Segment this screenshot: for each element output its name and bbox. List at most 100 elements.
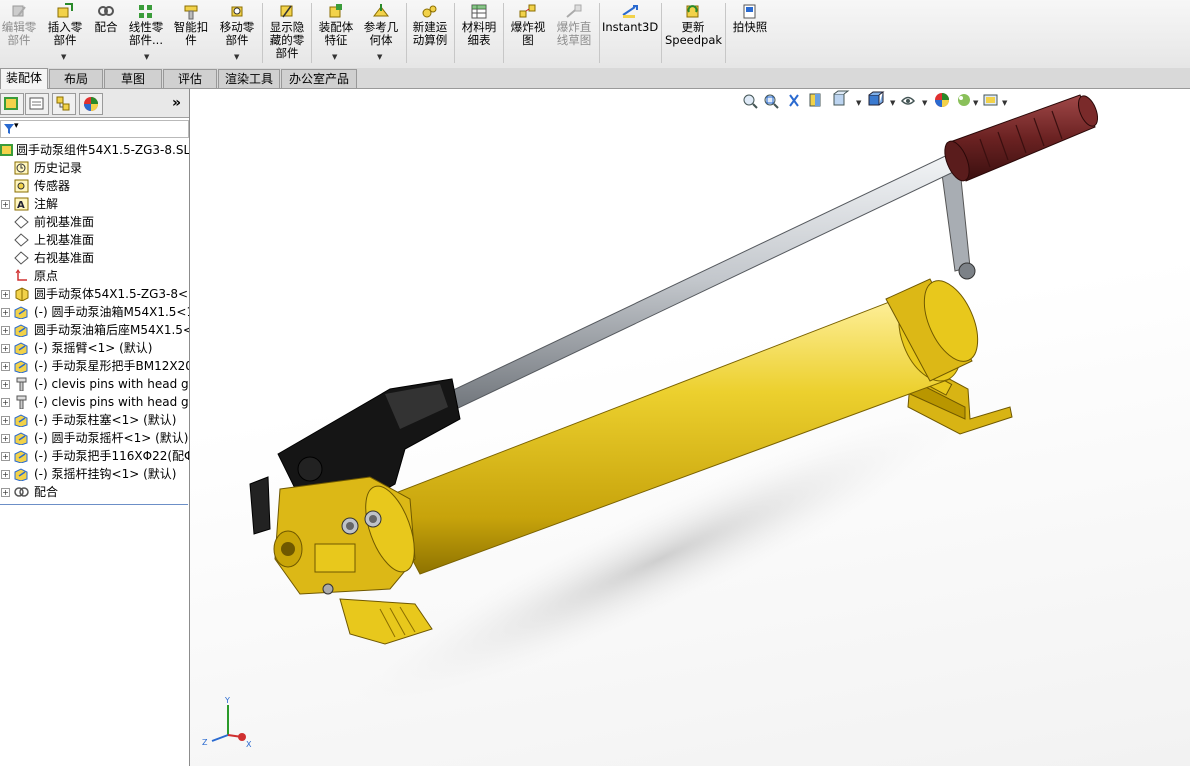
tree-item[interactable]: + 圆手动泵体54X1.5-ZG3-8<1>	[0, 285, 189, 303]
tab-display-manager[interactable]	[79, 93, 103, 115]
bill-of-materials-button[interactable]: 材料明 细表	[458, 3, 500, 47]
update-speedpak-button[interactable]: 更新 Speedpak	[665, 3, 722, 47]
exploded-view-button[interactable]: 爆炸视 图	[507, 3, 549, 47]
tree-expand-toggle[interactable]: +	[1, 362, 10, 371]
instant3d-button[interactable]: Instant3D	[602, 3, 658, 34]
tree-item-label: (-) 圆手动泵摇杆<1> (默认)	[34, 431, 189, 445]
tree-item[interactable]: + A 注解	[0, 195, 189, 213]
tab-configuration-manager[interactable]	[52, 93, 76, 115]
tree-item[interactable]: 传感器	[0, 177, 189, 195]
tree-item[interactable]: 前视基准面	[0, 213, 189, 231]
tree-item[interactable]: + (-) 圆手动泵摇杆<1> (默认)	[0, 429, 189, 447]
tree-item[interactable]: 历史记录	[0, 159, 189, 177]
toolbar-separator	[503, 3, 504, 63]
tree-expand-toggle[interactable]: +	[1, 416, 10, 425]
tree-expand-toggle[interactable]: +	[1, 290, 10, 299]
tree-item[interactable]: 右视基准面	[0, 249, 189, 267]
triad-x-label: X	[246, 740, 252, 749]
edit-component-button[interactable]: 编辑零 部件	[0, 3, 38, 47]
assembly-features-button[interactable]: 装配体 特征	[315, 3, 357, 47]
property-manager-icon	[29, 97, 44, 110]
tree-item[interactable]: + 配合	[0, 483, 189, 501]
tree-item[interactable]: + (-) 圆手动泵油箱M54X1.5<1>	[0, 303, 189, 321]
linear-pattern-dropdown-arrow[interactable]: ▼	[144, 53, 149, 61]
tree-expand-toggle[interactable]: +	[1, 398, 10, 407]
tree-expand-toggle[interactable]: +	[1, 452, 10, 461]
assembly-icon	[0, 144, 13, 156]
tree-expand-toggle[interactable]: +	[1, 326, 10, 335]
tree-item[interactable]: + 圆手动泵油箱后座M54X1.5<1>	[0, 321, 189, 339]
tree-root-assembly[interactable]: 圆手动泵组件54X1.5-ZG3-8.SLDASM	[0, 141, 189, 159]
tree-item[interactable]: + (-) 泵摇臂<1> (默认)	[0, 339, 189, 357]
tab-feature-manager[interactable]	[0, 93, 24, 115]
move-component-dropdown-arrow[interactable]: ▼	[234, 53, 239, 61]
feature-tree-icon	[4, 97, 18, 110]
command-manager-tabs: 装配体 布局 草图 评估 渲染工具 办公室产品	[0, 68, 1190, 89]
graphics-viewport[interactable]: ▼ ▼ ▼ ▼ ▼ Y Z X	[190, 89, 1190, 766]
tree-item[interactable]: + (-) 手动泵星形把手BM12X20	[0, 357, 189, 375]
tree-filter-field[interactable]: ▾	[0, 120, 189, 138]
tree-expand-toggle[interactable]: +	[1, 380, 10, 389]
tree-item-label: 上视基准面	[34, 233, 95, 247]
tab-render-tools[interactable]: 渲染工具	[218, 69, 280, 88]
move-component-button[interactable]: 移动零 部件	[216, 3, 258, 47]
new-motion-study-button[interactable]: 新建运 动算例	[409, 3, 451, 47]
tree-end-rollback-bar[interactable]	[0, 504, 188, 505]
smart-fasteners-button[interactable]: 智能扣 件	[170, 3, 212, 47]
feature-manager-panel: » ▾ 圆手动泵组件54X1.5-ZG3-8.SLDASM 历史记录传感器 + A 注解…	[0, 89, 190, 766]
subassembly-icon	[14, 360, 28, 373]
show-hidden-components-icon	[280, 5, 293, 18]
subassembly-icon	[14, 414, 28, 427]
tree-expand-toggle[interactable]: +	[1, 344, 10, 353]
tab-sketch[interactable]: 草图	[104, 69, 162, 88]
annotation-icon: A	[14, 197, 29, 211]
tab-property-manager[interactable]	[25, 93, 49, 115]
tree-item-label: 右视基准面	[34, 251, 95, 265]
panel-expand-button[interactable]: »	[172, 95, 181, 111]
panel-tabs: »	[0, 89, 189, 118]
tree-item-label: (-) clevis pins with head gb	[34, 395, 189, 409]
instant3d-icon	[622, 5, 638, 18]
handle-grip[interactable]	[940, 93, 1102, 184]
linear-component-pattern-button[interactable]: 线性零 部件...	[125, 3, 167, 47]
tree-expand-toggle[interactable]: +	[1, 308, 10, 317]
tree-item-label: (-) 圆手动泵油箱M54X1.5<1>	[34, 305, 189, 319]
tab-layout[interactable]: 布局	[49, 69, 103, 88]
bill-of-materials-icon	[471, 4, 487, 19]
reference-geometry-dropdown-arrow[interactable]: ▼	[377, 53, 382, 61]
tree-item[interactable]: + (-) clevis pins with head gb	[0, 393, 189, 411]
tree-item[interactable]: 上视基准面	[0, 231, 189, 249]
show-hidden-components-button[interactable]: 显示隐 藏的零 部件	[266, 3, 308, 60]
tab-evaluate[interactable]: 评估	[163, 69, 217, 88]
tree-expand-toggle[interactable]: +	[1, 470, 10, 479]
edit-component-icon	[12, 5, 26, 17]
tab-office-products[interactable]: 办公室产品	[281, 69, 357, 88]
tree-item[interactable]: 原点	[0, 267, 189, 285]
toolbar-separator	[725, 3, 726, 63]
assembly-features-dropdown-arrow[interactable]: ▼	[332, 53, 337, 61]
take-snapshot-button[interactable]: 拍快照	[728, 3, 772, 34]
feature-tree: 圆手动泵组件54X1.5-ZG3-8.SLDASM 历史记录传感器 + A 注解前视基准…	[0, 141, 189, 505]
explode-line-sketch-button[interactable]: 爆炸直 线草图	[553, 3, 595, 47]
tree-item[interactable]: + (-) clevis pins with head gb	[0, 375, 189, 393]
tree-item[interactable]: + (-) 手动泵柱塞<1> (默认)	[0, 411, 189, 429]
tree-item[interactable]: + (-) 手动泵把手116XΦ22(配Φ	[0, 447, 189, 465]
tree-item-label: (-) 手动泵把手116XΦ22(配Φ	[34, 449, 189, 463]
tree-expand-toggle[interactable]: +	[1, 200, 10, 209]
tree-expand-toggle[interactable]: +	[1, 488, 10, 497]
tree-item-label: 圆手动泵组件54X1.5-ZG3-8.SLDASM	[16, 143, 189, 157]
tree-item[interactable]: + (-) 泵摇杆挂钩<1> (默认)	[0, 465, 189, 483]
lever-link-arm[interactable]	[941, 168, 976, 280]
filter-dropdown-arrow[interactable]: ▾	[14, 121, 19, 131]
pump-head-body[interactable]	[249, 476, 424, 595]
mate-button[interactable]: 配合	[90, 3, 122, 34]
tree-expand-toggle[interactable]: +	[1, 434, 10, 443]
insert-components-dropdown-arrow[interactable]: ▼	[61, 53, 66, 61]
tab-assembly[interactable]: 装配体	[0, 68, 48, 89]
tree-item-label: (-) clevis pins with head gb	[34, 377, 189, 391]
toolbar-separator	[599, 3, 600, 63]
reference-geometry-button[interactable]: 参考几 何体	[360, 3, 402, 47]
insert-components-button[interactable]: 插入零 部件	[44, 3, 86, 47]
triad-z-axis	[211, 734, 229, 742]
mate-icon	[98, 6, 114, 16]
